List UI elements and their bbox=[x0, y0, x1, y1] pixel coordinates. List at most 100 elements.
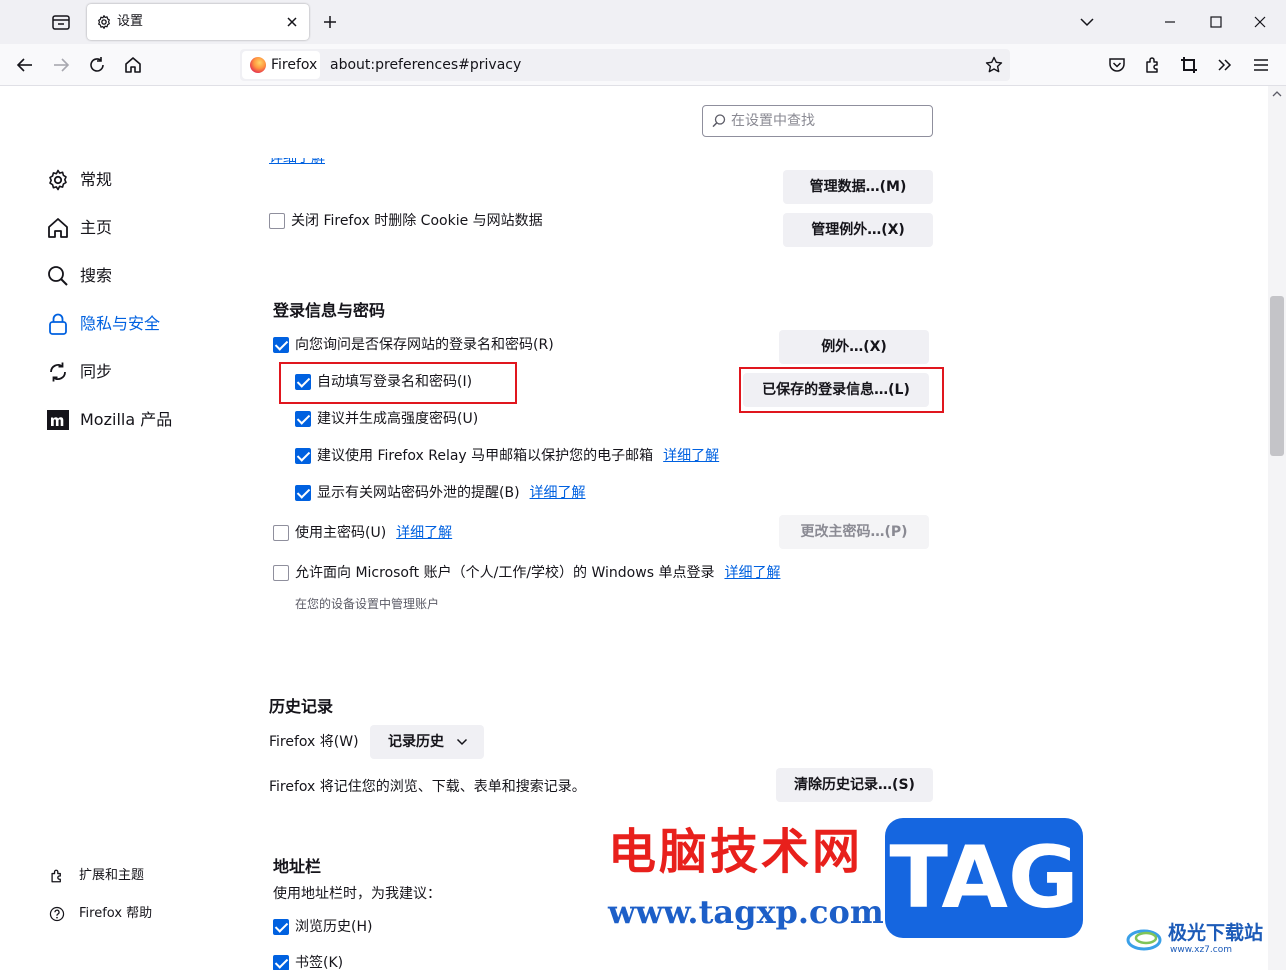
history-will-label: Firefox 将(W) bbox=[269, 734, 359, 750]
sync-icon bbox=[50, 362, 66, 382]
ask-save-logins-checkbox[interactable] bbox=[273, 337, 289, 353]
manage-data-button[interactable]: 管理数据…(M) bbox=[783, 170, 933, 204]
bookmark-star-icon[interactable] bbox=[984, 55, 1004, 75]
delete-cookies-on-close-label: 关闭 Firefox 时删除 Cookie 与网站数据 bbox=[291, 213, 543, 229]
scroll-up-arrow-icon[interactable] bbox=[1271, 88, 1283, 100]
primary-password-learn-more-link[interactable]: 详细了解 bbox=[396, 525, 452, 541]
firefox-logo-icon bbox=[250, 57, 266, 73]
suggest-bookmarks-checkbox[interactable] bbox=[273, 955, 289, 970]
aurora-logo-icon bbox=[1126, 929, 1162, 951]
home-icon bbox=[48, 218, 68, 238]
pocket-icon[interactable] bbox=[1106, 54, 1128, 76]
screenshot-crop-icon[interactable] bbox=[1178, 54, 1200, 76]
watermark-site-url: www.xz7.com bbox=[1170, 945, 1232, 955]
clear-history-button[interactable]: 清除历史记录…(S) bbox=[776, 768, 933, 802]
breach-alerts-checkbox[interactable] bbox=[295, 485, 311, 501]
tab-settings[interactable]: 设置 bbox=[87, 4, 309, 40]
addressbar-suggest-label: 使用地址栏时，为我建议： bbox=[273, 886, 441, 902]
scrollbar-thumb[interactable] bbox=[1270, 296, 1284, 456]
chevron-down-icon bbox=[456, 738, 468, 746]
sidebar-item-sync[interactable]: 同步 bbox=[46, 357, 236, 387]
sidebar-item-mozilla-products[interactable]: Mozilla 产品 bbox=[46, 405, 236, 435]
breach-alerts-label: 显示有关网站密码外泄的提醒(B) bbox=[317, 485, 520, 501]
new-tab-plus-icon[interactable] bbox=[320, 12, 340, 32]
overflow-chevrons-icon[interactable] bbox=[1214, 54, 1236, 76]
history-mode-value: 记录历史 bbox=[388, 734, 444, 750]
identity-label: Firefox bbox=[271, 57, 318, 73]
help-icon bbox=[49, 906, 65, 922]
identity-box[interactable]: Firefox bbox=[242, 51, 320, 79]
url-bar[interactable]: Firefox about:preferences#privacy bbox=[240, 49, 1010, 81]
sidebar-item-privacy[interactable]: 隐私与安全 bbox=[46, 309, 236, 339]
sidebar-item-label: 同步 bbox=[80, 362, 113, 381]
firefox-relay-checkbox[interactable] bbox=[295, 448, 311, 464]
gear-icon bbox=[98, 15, 110, 29]
window-close-icon[interactable] bbox=[1250, 12, 1270, 32]
page-scrollbar[interactable] bbox=[1268, 86, 1286, 970]
firefox-relay-label: 建议使用 Firefox Relay 马甲邮箱以保护您的电子邮箱 bbox=[317, 448, 654, 464]
navigation-bar: Firefox about:preferences#privacy bbox=[0, 44, 1286, 86]
watermark-site-badge: 极光下载站 www.xz7.com bbox=[1126, 918, 1276, 958]
suggest-browsing-history-checkbox[interactable] bbox=[273, 919, 289, 935]
minimize-icon[interactable] bbox=[1160, 12, 1180, 32]
cookies-learn-more-link[interactable]: 详细了解 bbox=[269, 158, 339, 172]
firefox-view-icon[interactable] bbox=[50, 11, 72, 33]
home-icon[interactable] bbox=[122, 54, 144, 76]
lock-icon bbox=[49, 313, 67, 335]
suggest-strong-passwords-label: 建议并生成高强度密码(U) bbox=[317, 411, 479, 427]
forward-arrow-icon[interactable] bbox=[50, 54, 72, 76]
extensions-puzzle-icon bbox=[51, 869, 61, 883]
autofill-highlight-box bbox=[279, 362, 517, 404]
change-primary-password-button[interactable]: 更改主密码…(P) bbox=[779, 515, 929, 549]
watermark-text: 电脑技术网 bbox=[608, 824, 864, 880]
login-exceptions-button[interactable]: 例外…(X) bbox=[779, 330, 929, 364]
maximize-icon[interactable] bbox=[1206, 12, 1226, 32]
history-heading: 历史记录 bbox=[269, 697, 334, 716]
list-all-tabs-chevron-down-icon[interactable] bbox=[1077, 12, 1097, 32]
saved-logins-highlight-box bbox=[739, 367, 944, 413]
primary-password-checkbox[interactable] bbox=[273, 525, 289, 541]
close-tab-icon[interactable] bbox=[283, 13, 301, 31]
tab-title: 设置 bbox=[117, 14, 144, 29]
extensions-puzzle-icon[interactable] bbox=[1142, 54, 1164, 76]
gear-icon bbox=[49, 169, 67, 191]
search-icon bbox=[48, 266, 68, 286]
sidebar-footer-help[interactable]: Firefox 帮助 bbox=[48, 903, 238, 925]
sidebar-footer-label: Firefox 帮助 bbox=[79, 906, 153, 921]
breach-alerts-learn-more-link[interactable]: 详细了解 bbox=[530, 485, 586, 501]
windows-sso-learn-more-link[interactable]: 详细了解 bbox=[724, 565, 780, 581]
hamburger-menu-icon[interactable] bbox=[1250, 54, 1272, 76]
watermark-site-label: 极光下载站 bbox=[1168, 922, 1264, 944]
search-icon bbox=[712, 114, 726, 128]
sidebar-item-search[interactable]: 搜索 bbox=[46, 261, 236, 291]
firefox-relay-learn-more-link[interactable]: 详细了解 bbox=[663, 448, 719, 464]
suggest-bookmarks-label: 书签(K) bbox=[295, 955, 344, 970]
addressbar-heading: 地址栏 bbox=[273, 857, 322, 876]
suggest-strong-passwords-checkbox[interactable] bbox=[295, 411, 311, 427]
history-description: Firefox 将记住您的浏览、下载、表单和搜索记录。 bbox=[269, 779, 586, 795]
watermark-url: www.tagxp.com bbox=[608, 893, 884, 931]
sidebar-footer-extensions[interactable]: 扩展和主题 bbox=[48, 865, 238, 887]
settings-search-box[interactable] bbox=[702, 105, 933, 137]
history-mode-dropdown[interactable]: 记录历史 bbox=[370, 725, 484, 759]
sidebar-item-general[interactable]: 常规 bbox=[46, 165, 236, 195]
sidebar-item-label: 搜索 bbox=[80, 266, 113, 285]
sidebar-footer-label: 扩展和主题 bbox=[79, 868, 145, 883]
delete-cookies-on-close-checkbox[interactable] bbox=[269, 213, 285, 229]
mozilla-logo-icon bbox=[47, 410, 69, 430]
title-bar: 设置 bbox=[0, 0, 1286, 44]
settings-search-input[interactable] bbox=[731, 109, 927, 133]
suggest-browsing-history-label: 浏览历史(H) bbox=[295, 919, 373, 935]
windows-sso-checkbox[interactable] bbox=[273, 565, 289, 581]
watermark-tag-logo: TAG bbox=[885, 818, 1083, 938]
sidebar-item-label: 常规 bbox=[80, 170, 113, 189]
sidebar-item-home[interactable]: 主页 bbox=[46, 213, 236, 243]
back-arrow-icon[interactable] bbox=[14, 54, 36, 76]
ask-save-logins-label: 向您询问是否保存网站的登录名和密码(R) bbox=[295, 337, 554, 353]
url-text[interactable]: about:preferences#privacy bbox=[330, 57, 521, 73]
reload-icon[interactable] bbox=[86, 54, 108, 76]
primary-password-label: 使用主密码(U) bbox=[295, 525, 387, 541]
windows-sso-note: 在您的设备设置中管理账户 bbox=[295, 597, 440, 611]
logins-heading: 登录信息与密码 bbox=[273, 301, 386, 320]
manage-exceptions-button[interactable]: 管理例外…(X) bbox=[783, 213, 933, 247]
